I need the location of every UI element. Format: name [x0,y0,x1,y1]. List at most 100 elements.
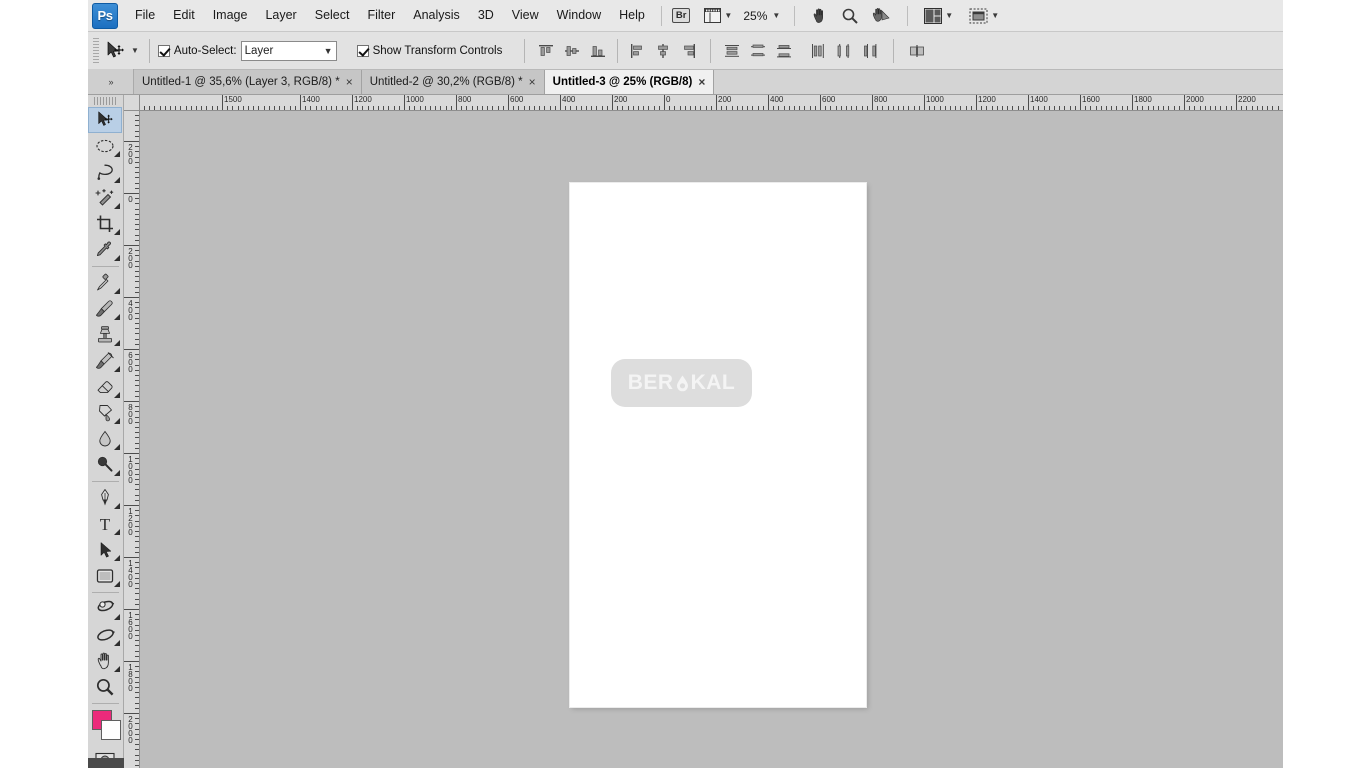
tool-3d-camera-rotate[interactable] [88,622,122,648]
tool-dodge[interactable] [88,452,122,478]
horizontal-ruler-minor-tick [160,106,161,110]
watermark-berkal: BER KAL [611,359,752,407]
vertical-ruler-minor-tick [135,328,139,329]
vertical-ruler[interactable]: 200 0 200 400 600 800 1000 1200 1400 1600 1800 2000 [124,111,140,768]
menu-window[interactable]: Window [548,5,610,26]
view-extras-button[interactable]: ▼ [701,5,735,27]
horizontal-ruler-minor-tick [565,106,566,110]
horizontal-ruler-minor-tick [773,106,774,110]
tool-quick-selection[interactable] [88,185,122,211]
tool-preset-picker[interactable]: ▼ [102,38,141,64]
tool-lasso[interactable] [88,159,122,185]
horizontal-ruler-minor-tick [1085,106,1086,110]
align-horizontal-centers-button[interactable] [650,39,676,63]
document-tab-untitled-2[interactable]: Untitled-2 @ 30,2% (RGB/8) * × [361,70,545,94]
tool-eraser[interactable] [88,374,122,400]
tools-panel-grip[interactable] [94,97,117,105]
document-tab-untitled-1[interactable]: Untitled-1 @ 35,6% (Layer 3, RGB/8) * × [134,70,362,94]
arrange-documents-button[interactable]: ▼ [921,5,956,27]
background-color-swatch[interactable] [101,720,121,740]
vertical-ruler-minor-tick [135,531,139,532]
tool-3d-object-rotate[interactable] [88,596,122,622]
options-bar-grip[interactable] [91,37,99,64]
rotate-view-tool-button[interactable] [868,5,893,27]
vertical-ruler-minor-tick [135,261,139,262]
horizontal-ruler-minor-tick [201,106,202,110]
vertical-ruler-minor-tick [135,417,139,418]
menu-layer[interactable]: Layer [256,5,305,26]
distribute-top-edges-button[interactable] [719,39,745,63]
tool-rectangular-marquee[interactable] [88,133,122,159]
screen-mode-button[interactable]: ▼ [966,5,1002,27]
menu-help[interactable]: Help [610,5,654,26]
menu-image[interactable]: Image [204,5,257,26]
menu-filter[interactable]: Filter [358,5,404,26]
menu-edit[interactable]: Edit [164,5,204,26]
horizontal-ruler-label: 1400 [302,95,320,104]
tool-blur[interactable] [88,426,122,452]
canvas-area[interactable]: BER KAL [140,111,1283,768]
zoom-tool-button[interactable] [838,5,862,27]
vertical-ruler-minor-tick [135,713,139,714]
horizontal-ruler-label: 0 [666,95,671,104]
horizontal-ruler-minor-tick [695,106,696,110]
menu-3d[interactable]: 3D [469,5,503,26]
tool-crop[interactable] [88,211,122,237]
launch-bridge-button[interactable]: Br [669,5,694,27]
tool-zoom[interactable] [88,674,122,700]
horizontal-ruler-minor-tick [758,106,759,110]
tools-panel-footer [88,758,124,768]
vertical-ruler-minor-tick [135,677,139,678]
tool-history-brush[interactable] [88,348,122,374]
horizontal-ruler-minor-tick [466,106,467,110]
tool-brush[interactable] [88,296,122,322]
distribute-horizontal-centers-button[interactable] [831,39,857,63]
ruler-origin-corner[interactable] [124,95,140,111]
tool-path-selection[interactable] [88,537,122,563]
hand-tool-button[interactable] [808,5,832,27]
align-vertical-centers-button[interactable] [559,39,585,63]
tool-pen[interactable] [88,485,122,511]
close-icon[interactable]: × [698,76,705,88]
auto-align-layers-button[interactable] [904,39,930,63]
vertical-ruler-minor-tick [135,219,139,220]
align-right-edges-button[interactable] [676,39,702,63]
align-top-edges-button[interactable] [533,39,559,63]
show-transform-controls-checkbox[interactable] [356,44,369,57]
menu-file[interactable]: File [126,5,164,26]
zoom-chevron-down-icon[interactable]: ▼ [772,11,780,20]
tool-spot-healing-brush[interactable] [88,270,122,296]
distribute-left-edges-button[interactable] [805,39,831,63]
horizontal-ruler[interactable]: 1500 1400 1200 1000 800 600 400 200 0 200 400 600 80… [140,95,1283,111]
document-tab-untitled-3[interactable]: Untitled-3 @ 25% (RGB/8) × [544,70,715,94]
menu-analysis[interactable]: Analysis [404,5,469,26]
svg-text:T: T [100,515,111,534]
horizontal-ruler-minor-tick [456,106,457,110]
panel-collapse-button[interactable]: » [88,69,134,94]
close-icon[interactable]: × [346,76,353,88]
close-icon[interactable]: × [529,76,536,88]
align-bottom-edges-button[interactable] [585,39,611,63]
color-swatches[interactable] [88,708,122,744]
auto-select-checkbox-group[interactable]: Auto-Select: [157,44,237,57]
menu-view[interactable]: View [503,5,548,26]
tool-clone-stamp[interactable] [88,322,122,348]
auto-select-checkbox[interactable] [157,44,170,57]
show-transform-controls-group[interactable]: Show Transform Controls [356,44,502,57]
horizontal-ruler-minor-tick [914,106,915,110]
auto-select-target-dropdown[interactable]: Layer ▼ [240,40,337,61]
align-left-edges-button[interactable] [624,39,650,63]
vertical-ruler-minor-tick [135,193,139,194]
tool-eyedropper[interactable] [88,237,122,263]
horizontal-ruler-minor-tick [1080,106,1081,110]
tool-rectangle-shape[interactable] [88,563,122,589]
menu-select[interactable]: Select [306,5,359,26]
document-canvas-untitled-3[interactable]: BER KAL [570,183,866,707]
tool-horizontal-type[interactable]: T [88,511,122,537]
distribute-right-edges-button[interactable] [857,39,883,63]
distribute-vertical-centers-button[interactable] [745,39,771,63]
distribute-bottom-edges-button[interactable] [771,39,797,63]
tool-gradient[interactable] [88,400,122,426]
tool-hand[interactable] [88,648,122,674]
tool-move[interactable] [88,107,122,133]
